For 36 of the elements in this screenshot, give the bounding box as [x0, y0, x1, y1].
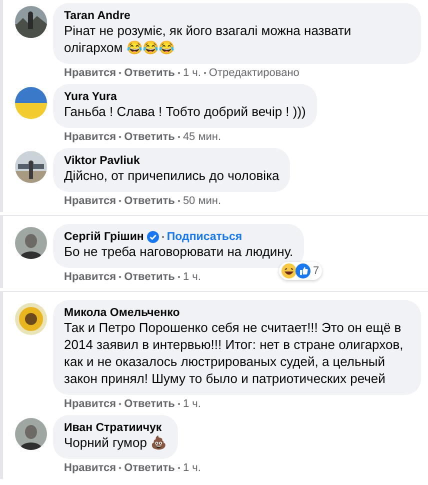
timestamp[interactable]: 1 ч. [182, 398, 201, 410]
edited-label: Отредактировано [208, 67, 300, 79]
reaction-pill[interactable]: 7 [279, 262, 322, 280]
follow-link[interactable]: Подписаться [166, 231, 242, 243]
reply-link[interactable]: Ответить [124, 462, 175, 474]
comment-text: Чорний гумор 💩 [64, 434, 167, 451]
timestamp[interactable]: 50 мин. [182, 195, 222, 207]
comment-text: Дійсно, от причепились до чоловіка [64, 167, 280, 184]
like-link[interactable]: Нравится [64, 131, 116, 143]
author-name[interactable]: Viktor Pavliuk [64, 155, 140, 167]
reply-link[interactable]: Ответить [124, 271, 175, 283]
like-link[interactable]: Нравится [64, 67, 116, 79]
laughing-face-icon [281, 263, 298, 279]
comment-text: Бо не треба наговорювати на людину. [64, 243, 294, 260]
author-name[interactable]: Taran Andre [64, 10, 130, 22]
reaction-count: 7 [313, 265, 320, 277]
like-link[interactable]: Нравится [64, 462, 116, 474]
reply-link[interactable]: Ответить [124, 195, 175, 207]
reply-link[interactable]: Ответить [124, 131, 175, 143]
author-name[interactable]: Микола Омельченко [64, 307, 180, 319]
author-name[interactable]: Yura Yura [64, 91, 117, 103]
comment-text: Так и Петро Порошенко себя не считает!!! Это он ещё в 2014 заявил в интервью!!! Итог: нет в стране олигархов, как и не оказалось люстрированых судей, а цельный закон принял! Шуму то было и патриотических речей [64, 319, 404, 387]
reply-link[interactable]: Ответить [124, 67, 175, 79]
like-link[interactable]: Нравится [64, 271, 116, 283]
author-name[interactable]: Иван Стратиичук [64, 422, 162, 434]
timestamp[interactable]: 45 мин. [182, 131, 222, 143]
thumbs-up-icon [295, 263, 312, 279]
timestamp[interactable]: 1 ч. [182, 271, 201, 283]
timestamp[interactable]: 1 ч. [182, 67, 201, 79]
author-name[interactable]: Сергій Грішин [64, 231, 144, 243]
reply-link[interactable]: Ответить [124, 398, 175, 410]
comment-text: Ганьба ! Слава ! Тобто добрий вечір ! ))) [64, 103, 306, 120]
timestamp[interactable]: 1 ч. [182, 462, 201, 474]
comment-text: Рінат не розуміє, як його взагалі можна назвати олігархом 😂😂😂 [64, 22, 352, 56]
like-link[interactable]: Нравится [64, 195, 116, 207]
like-link[interactable]: Нравится [64, 398, 116, 410]
